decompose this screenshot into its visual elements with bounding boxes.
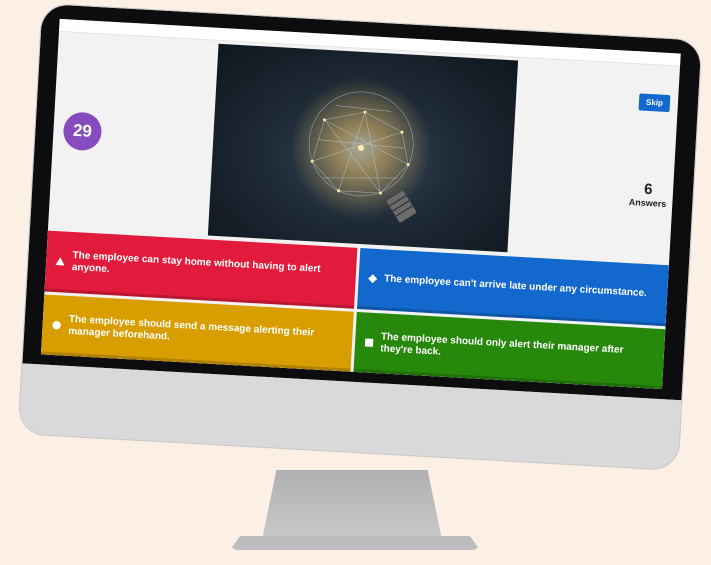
answer-text: The employee can't arrive late under any… <box>383 273 648 300</box>
circle-icon <box>50 319 63 332</box>
monitor-bezel: 29 Skip 6 Answers The employee can stay … <box>22 3 702 401</box>
monitor: 29 Skip 6 Answers The employee can stay … <box>18 3 702 471</box>
square-icon <box>362 336 375 349</box>
triangle-icon <box>54 255 67 268</box>
diamond-icon <box>366 273 379 286</box>
skip-button[interactable]: Skip <box>638 93 671 113</box>
monitor-body: 29 Skip 6 Answers The employee can stay … <box>18 3 702 471</box>
monitor-stand <box>262 470 442 540</box>
question-image <box>207 43 519 253</box>
monitor-stand-base <box>230 536 480 550</box>
answers-counter: 6 Answers <box>629 181 668 209</box>
answer-text: The employee can stay home without havin… <box>71 250 321 276</box>
light-bulb-image <box>290 77 431 223</box>
answers-count-label: Answers <box>628 196 667 210</box>
answer-text: The employee should send a message alert… <box>67 313 315 343</box>
countdown-timer: 29 <box>62 111 103 152</box>
answer-grid: The employee can stay home without havin… <box>40 230 669 390</box>
answer-text: The employee should only alert their man… <box>379 331 624 358</box>
quiz-screen: 29 Skip 6 Answers The employee can stay … <box>40 18 681 390</box>
